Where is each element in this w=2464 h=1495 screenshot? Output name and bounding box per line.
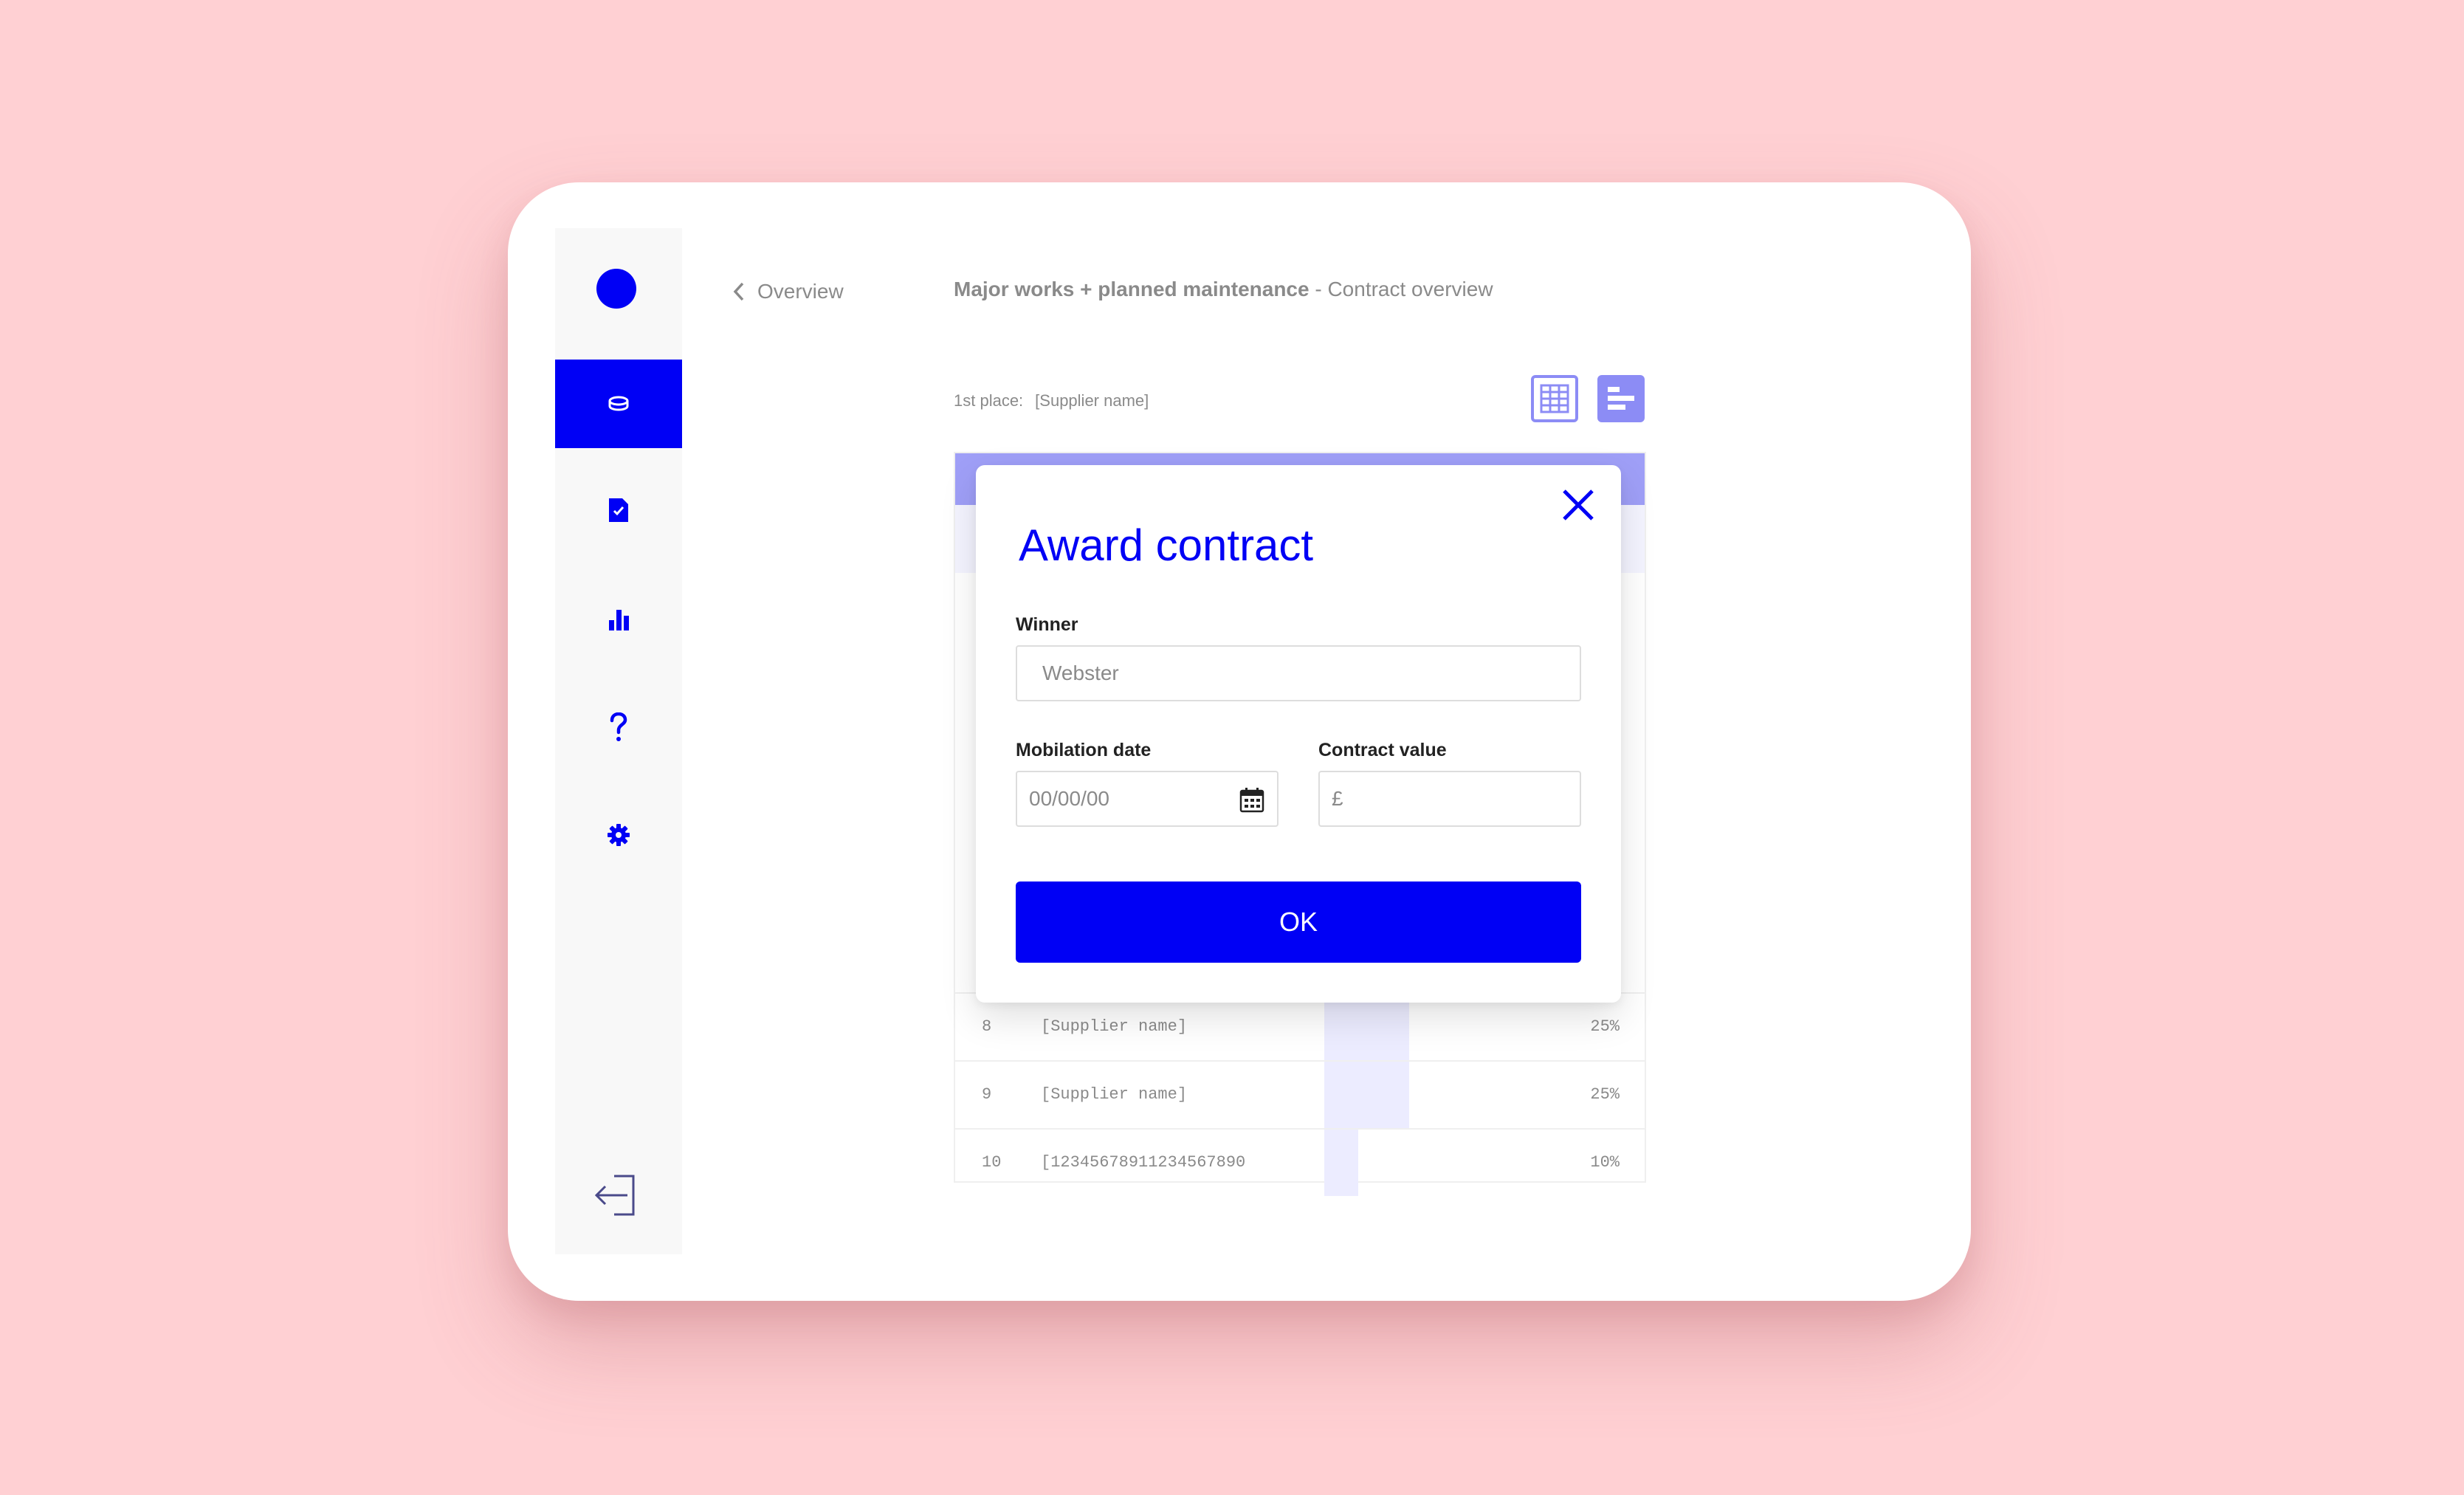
nav-item-finance[interactable]	[555, 360, 682, 448]
share-bar	[1324, 1130, 1358, 1196]
row-percentage: 10%	[1590, 1153, 1620, 1172]
first-place-label: 1st place:	[954, 391, 1024, 410]
document-check-icon	[609, 498, 628, 522]
chevron-left-icon	[733, 282, 744, 301]
award-contract-modal: Award contract Winner Webster Mobilation…	[976, 465, 1621, 1003]
row-percentage: 25%	[1590, 1085, 1620, 1104]
page-title-project: Major works + planned maintenance	[954, 278, 1310, 300]
ok-button[interactable]: OK	[1016, 881, 1581, 963]
share-bar	[1324, 1062, 1409, 1128]
currency-prefix: £	[1332, 787, 1343, 810]
table-row[interactable]: 9 [Supplier name] 25%	[955, 1060, 1645, 1128]
gear-icon	[608, 824, 630, 846]
row-rank: 8	[982, 1017, 992, 1036]
mobilisation-date-value: 00/00/00	[1029, 787, 1109, 810]
logout-button[interactable]	[593, 1172, 641, 1219]
page-title: Major works + planned maintenance - Cont…	[954, 278, 1493, 301]
row-supplier-name: [12345678911234567890	[1041, 1153, 1246, 1172]
contract-value-label: Contract value	[1318, 740, 1447, 760]
winner-label: Winner	[1016, 614, 1078, 635]
table-row[interactable]: 10 [12345678911234567890 10%	[955, 1128, 1645, 1196]
mobilisation-date-input[interactable]: 00/00/00	[1016, 771, 1279, 827]
grid-view-button[interactable]	[1531, 375, 1578, 422]
row-rank: 9	[982, 1085, 992, 1104]
bar-view-icon	[1608, 387, 1634, 410]
first-place-value: [Supplier name]	[1035, 391, 1149, 410]
bar-view-button[interactable]	[1597, 375, 1645, 422]
close-button[interactable]	[1558, 484, 1599, 526]
row-supplier-name: [Supplier name]	[1041, 1017, 1188, 1036]
first-place-summary: 1st place: [Supplier name]	[954, 391, 1149, 410]
modal-title: Award contract	[1019, 520, 1314, 570]
nav-item-help[interactable]	[555, 683, 682, 771]
share-bar	[1324, 994, 1409, 1060]
grid-view-icon	[1540, 384, 1569, 413]
question-icon	[610, 712, 627, 741]
winner-input[interactable]: Webster	[1016, 645, 1581, 701]
row-supplier-name: [Supplier name]	[1041, 1085, 1188, 1104]
nav-item-documents[interactable]	[555, 466, 682, 554]
nav-item-reports[interactable]	[555, 575, 682, 664]
sidebar	[555, 228, 682, 1254]
back-link[interactable]: Overview	[732, 276, 844, 307]
page-title-section: - Contract overview	[1309, 278, 1493, 300]
logout-icon	[594, 1175, 635, 1216]
bar-chart-icon	[609, 610, 629, 630]
logo[interactable]	[596, 269, 636, 309]
back-link-label: Overview	[757, 280, 844, 303]
row-percentage: 25%	[1590, 1017, 1620, 1036]
coins-icon	[608, 396, 629, 411]
row-rank: 10	[982, 1153, 1002, 1172]
calendar-icon[interactable]	[1239, 787, 1265, 814]
nav-item-settings[interactable]	[555, 791, 682, 879]
mobilisation-date-label: Mobilation date	[1016, 740, 1152, 760]
close-icon	[1563, 489, 1594, 520]
contract-value-input[interactable]: £	[1318, 771, 1581, 827]
